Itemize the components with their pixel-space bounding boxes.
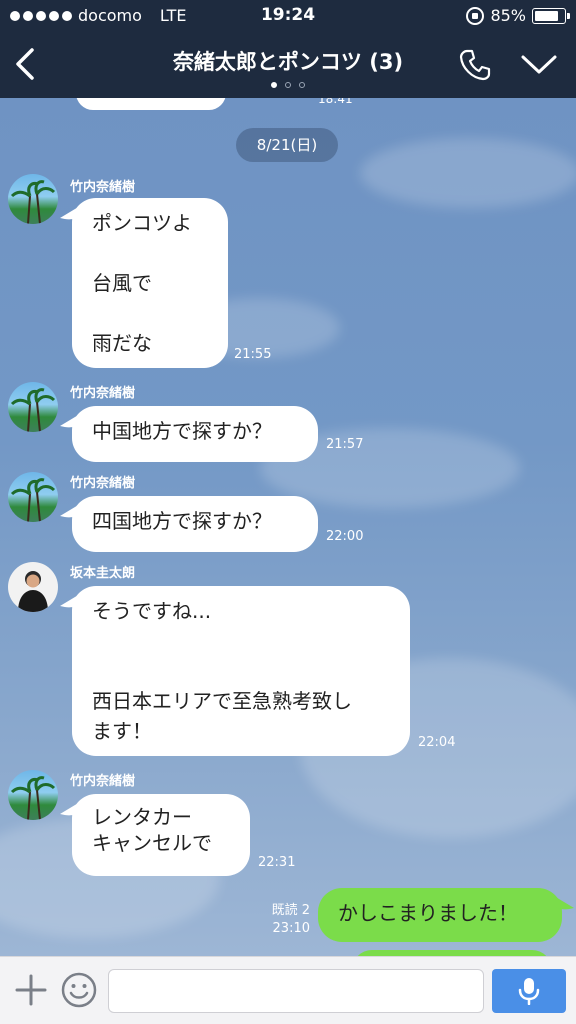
message-line: ます！ <box>92 719 152 743</box>
palm-tree-avatar[interactable] <box>8 770 58 820</box>
message-line: レンタカー <box>92 805 192 829</box>
sender-name: 竹内奈緒樹 <box>70 774 136 789</box>
message-line: そうですね... <box>92 599 212 623</box>
message-time: 21:55 <box>234 347 272 362</box>
message-time: 22:00 <box>326 529 364 544</box>
message-time: 21:57 <box>326 437 364 452</box>
phone-call-icon[interactable] <box>458 48 492 82</box>
previous-message-bubble[interactable] <box>76 98 226 110</box>
chat-area[interactable]: 18:41 8/21(日) 竹内奈緒樹 ポンコツよ 台風で 雨だな 21:55 … <box>0 98 576 956</box>
message-bubble[interactable]: ポンコツよ 台風で 雨だな <box>60 198 228 368</box>
message-line: 台風で <box>92 271 152 295</box>
palm-tree-avatar[interactable] <box>8 382 58 432</box>
page-dot <box>285 82 291 88</box>
message-input[interactable] <box>108 969 484 1013</box>
message-time: 22:04 <box>418 735 456 750</box>
chevron-down-icon[interactable] <box>520 52 558 76</box>
message-time: 22:31 <box>258 855 296 870</box>
page-dot <box>271 82 277 88</box>
status-bar: docomo LTE 19:24 85% <box>0 0 576 32</box>
my-message-bubble[interactable]: かしこまりました！ <box>318 888 574 942</box>
input-bar <box>0 956 576 1024</box>
status-right: 85% <box>466 6 570 25</box>
bubble-tail <box>60 504 80 518</box>
message-line <box>92 298 208 328</box>
message-line <box>92 238 208 268</box>
message-bubble[interactable]: そうですね... 西日本エリアで至急熟考致し ます！ <box>60 586 410 756</box>
sender-name: 竹内奈緒樹 <box>70 476 136 491</box>
message-bubble[interactable]: 四国地方で探すか？ <box>60 496 318 552</box>
message-line: 中国地方で探すか？ <box>92 419 272 443</box>
bubble-tail <box>60 594 80 608</box>
rotation-lock-icon <box>466 6 485 25</box>
sender-name: 坂本圭太朗 <box>70 566 136 581</box>
chat-header: 奈緒太郎とポンコツ (3) <box>0 32 576 98</box>
bubble-tail <box>60 206 80 220</box>
bubble-tail <box>60 802 80 816</box>
bubble-tail <box>554 896 574 910</box>
sender-name: 竹内奈緒樹 <box>70 386 136 401</box>
battery-fill <box>535 10 559 21</box>
plus-icon[interactable] <box>14 973 48 1007</box>
sender-name: 竹内奈緒樹 <box>70 180 136 195</box>
read-receipt: 既読 2 23:10 <box>262 902 310 937</box>
message-time: 23:10 <box>272 920 310 936</box>
bubble-tail <box>60 414 80 428</box>
message-line: 四国地方で探すか？ <box>92 509 272 533</box>
battery-icon <box>532 7 570 24</box>
message-line: ポンコツよ <box>92 211 192 235</box>
palm-tree-avatar[interactable] <box>8 174 58 224</box>
microphone-icon <box>518 978 540 1005</box>
message-line <box>92 626 390 656</box>
message-line: 西日本エリアで至急熟考致し <box>92 689 352 713</box>
battery-percent: 85% <box>490 6 526 25</box>
person-avatar[interactable] <box>8 562 58 612</box>
read-status: 既読 2 <box>271 903 310 918</box>
message-bubble[interactable]: 中国地方で探すか？ <box>60 406 318 462</box>
message-line: キャンセルで <box>92 831 212 855</box>
emoji-icon[interactable] <box>60 971 98 1009</box>
previous-message-time: 18:41 <box>318 98 353 106</box>
page-dot <box>299 82 305 88</box>
message-bubble[interactable]: レンタカー キャンセルで <box>60 794 250 876</box>
date-separator: 8/21(日) <box>236 128 338 162</box>
page-indicator <box>0 82 576 88</box>
message-line: 雨だな <box>92 331 152 355</box>
message-line <box>92 656 390 686</box>
palm-tree-avatar[interactable] <box>8 472 58 522</box>
voice-input-button[interactable] <box>492 969 566 1013</box>
message-line: かしこまりました！ <box>338 901 518 925</box>
